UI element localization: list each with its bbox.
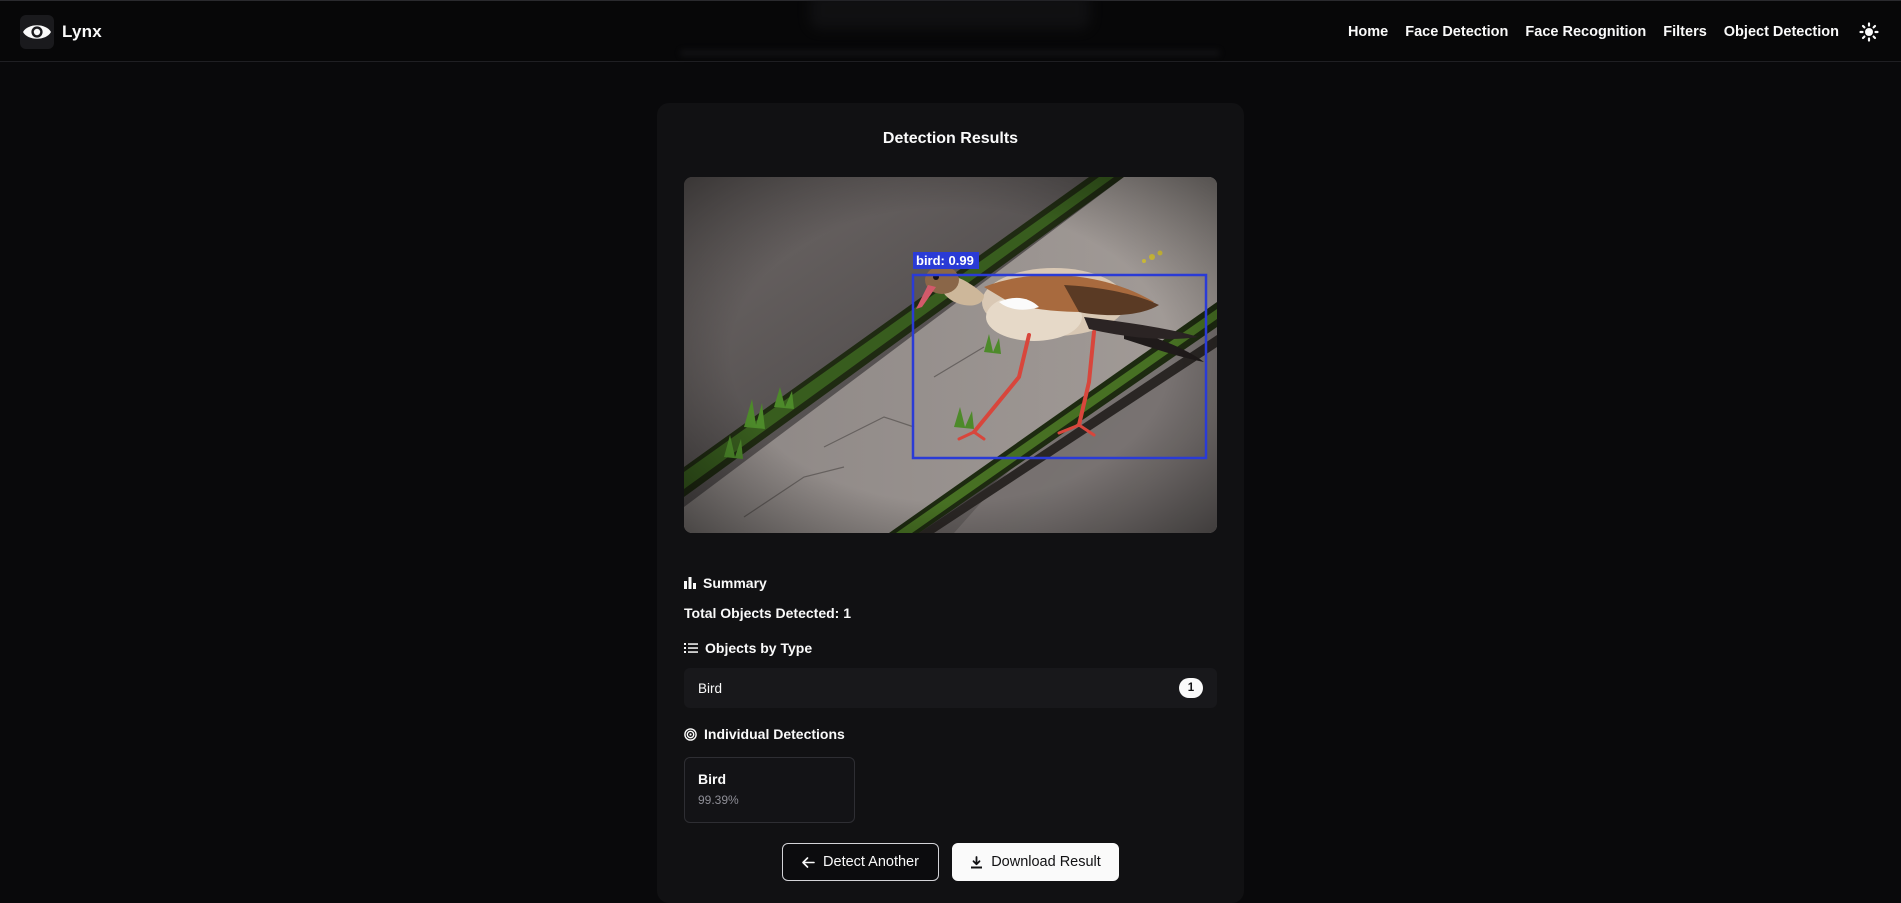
nav-filters[interactable]: Filters bbox=[1663, 24, 1707, 40]
total-objects-detected: Total Objects Detected: 1 bbox=[684, 605, 852, 621]
navbar: Lynx Home Face Detection Face Recognitio… bbox=[0, 0, 1901, 62]
detection-confidence: 99.39% bbox=[698, 793, 739, 807]
nav-home[interactable]: Home bbox=[1348, 24, 1388, 40]
objects-by-type-label: Objects by Type bbox=[705, 640, 813, 656]
download-icon bbox=[971, 855, 983, 868]
objects-by-type-heading: Objects by Type bbox=[684, 640, 812, 656]
nav-object-detection[interactable]: Object Detection bbox=[1724, 24, 1839, 40]
download-result-button[interactable]: Download Result bbox=[952, 843, 1119, 881]
background-page-heading bbox=[810, 0, 1090, 29]
individual-detections-heading: Individual Detections bbox=[684, 726, 845, 742]
download-result-label: Download Result bbox=[991, 854, 1101, 870]
detection-result-image: bird: 0.99 bbox=[684, 177, 1217, 533]
brand-name: Lynx bbox=[62, 22, 102, 41]
object-type-count-badge: 1 bbox=[1179, 678, 1203, 698]
eye-icon bbox=[20, 15, 54, 49]
card-title: Detection Results bbox=[882, 130, 1019, 147]
detect-another-button[interactable]: Detect Another bbox=[782, 843, 939, 881]
nav-face-detection[interactable]: Face Detection bbox=[1405, 24, 1508, 40]
brand-link[interactable]: Lynx bbox=[20, 15, 102, 49]
detection-label: Bird bbox=[698, 771, 726, 787]
detection-results-card: Detection Results bird: 0.99 Summary Tot… bbox=[657, 103, 1244, 903]
list-icon bbox=[684, 643, 698, 653]
bounding-box-label: bird: 0.99 bbox=[916, 253, 974, 268]
arrow-left-icon bbox=[802, 856, 815, 868]
summary-heading-label: Summary bbox=[703, 575, 767, 591]
object-type-row: Bird 1 bbox=[684, 668, 1217, 708]
detect-another-label: Detect Another bbox=[823, 854, 919, 870]
theme-toggle-button[interactable] bbox=[1857, 20, 1881, 44]
detection-item-card: Bird 99.39% bbox=[684, 757, 855, 823]
summary-heading: Summary bbox=[684, 575, 767, 591]
background-page-subheading bbox=[680, 50, 1220, 56]
sun-icon bbox=[1859, 22, 1879, 42]
target-icon bbox=[684, 727, 697, 741]
bar-chart-icon bbox=[684, 577, 696, 589]
nav-face-recognition[interactable]: Face Recognition bbox=[1525, 24, 1646, 40]
object-type-name: Bird bbox=[698, 680, 723, 696]
nav-links: Home Face Detection Face Recognition Fil… bbox=[1348, 1, 1839, 63]
individual-detections-label: Individual Detections bbox=[704, 726, 845, 742]
